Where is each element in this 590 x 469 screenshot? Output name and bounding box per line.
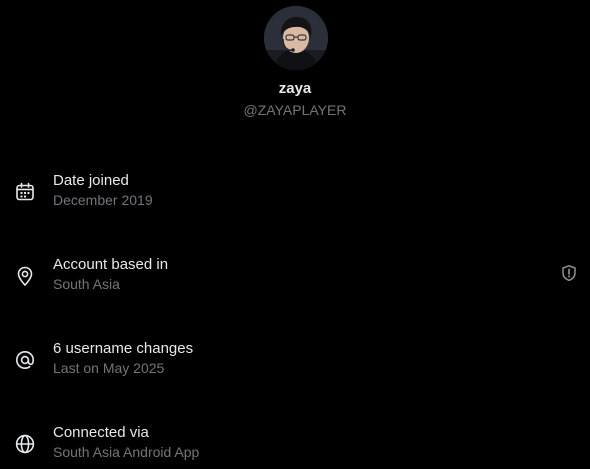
avatar-image — [264, 6, 328, 70]
detail-title: Date joined — [53, 172, 129, 189]
location-pin-icon — [14, 265, 36, 287]
detail-row-username-changes: 6 username changes Last on May 2025 — [0, 340, 590, 400]
detail-subtitle: December 2019 — [53, 192, 153, 208]
detail-title: Account based in — [53, 256, 169, 273]
display-name: zaya — [278, 80, 312, 97]
calendar-icon — [14, 181, 36, 203]
profile-header: zaya @ZAYAPLAYER — [0, 0, 590, 130]
at-sign-icon — [14, 349, 36, 371]
detail-subtitle: South Asia — [53, 276, 120, 292]
detail-title: Connected via — [53, 424, 149, 441]
shield-alert-icon[interactable] — [560, 264, 578, 282]
username-handle: @ZAYAPLAYER — [243, 102, 347, 118]
detail-row-date-joined: Date joined December 2019 — [0, 172, 590, 232]
detail-subtitle: South Asia Android App — [53, 444, 200, 460]
detail-row-account-based-in: Account based in South Asia — [0, 256, 590, 316]
detail-subtitle: Last on May 2025 — [53, 360, 165, 376]
detail-row-connected-via: Connected via South Asia Android App — [0, 424, 590, 469]
avatar[interactable] — [264, 6, 328, 70]
globe-icon — [14, 433, 36, 455]
detail-title: 6 username changes — [53, 340, 194, 357]
